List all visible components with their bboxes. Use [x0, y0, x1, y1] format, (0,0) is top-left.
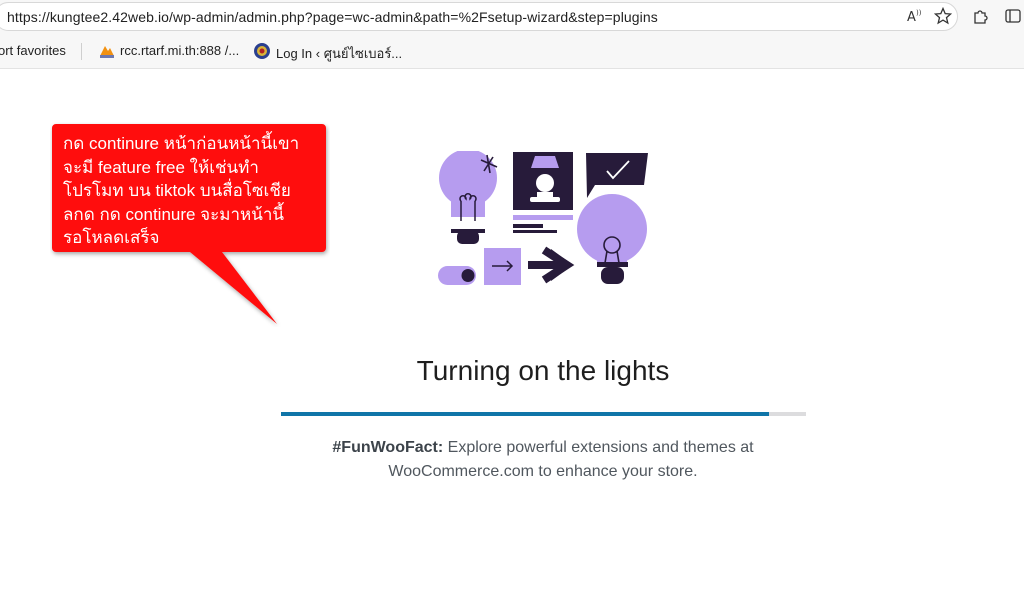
favorites-item-import[interactable]: ort favorites [0, 43, 66, 58]
annotation-line: โปรโมท บน tiktok บนสื่อโซเชีย [63, 181, 291, 200]
toggle-icon [438, 266, 476, 285]
svg-text:)): )) [916, 9, 922, 17]
read-aloud-icon[interactable]: A )) [906, 7, 924, 25]
fun-fact: #FunWooFact: Explore powerful extensions… [300, 436, 786, 484]
url-text[interactable]: https://kungtee2.42web.io/wp-admin/admin… [7, 9, 658, 25]
progress-fill [281, 412, 770, 416]
annotation-text: กด continure หน้าก่อนหน้านี้เขา จะมี fea… [63, 132, 325, 250]
fun-fact-label: #FunWooFact: [332, 439, 444, 456]
annotation-line: กด continure หน้าก่อนหน้านี้เขา [63, 134, 300, 153]
favorite-star-icon[interactable] [934, 7, 952, 25]
favorites-item-login[interactable]: Log In ‹ ศูนย์ไซเบอร์... [276, 43, 402, 64]
lightbulb-right-icon [577, 194, 647, 284]
loading-progress-bar [281, 412, 806, 416]
arrow-square-icon [484, 248, 521, 285]
site-emblem-icon [254, 43, 270, 59]
favorites-item-rcc[interactable]: rcc.rtarf.mi.th:888 /... [120, 43, 239, 58]
fun-fact-line1: Explore powerful extensions and themes a… [443, 439, 754, 456]
annotation-line: ลกด กด continure จะมาหน้านี้ [63, 204, 285, 224]
extensions-icon[interactable] [972, 7, 990, 25]
svg-text:A: A [907, 10, 916, 25]
page-title: Turning on the lights [416, 355, 670, 386]
fun-fact-line2: WooCommerce.com to enhance your store. [388, 463, 698, 480]
favorites-bar: ort favorites rcc.rtarf.mi.th:888 /... L… [0, 33, 1024, 69]
checkmark-bubble-icon [586, 153, 648, 198]
lights-illustration [438, 151, 648, 285]
address-bar: https://kungtee2.42web.io/wp-admin/admin… [0, 0, 1024, 33]
collections-icon[interactable] [1004, 7, 1022, 25]
phpmyadmin-icon [100, 46, 114, 58]
url-field[interactable]: https://kungtee2.42web.io/wp-admin/admin… [0, 2, 958, 31]
annotation-line: รอโหลดเสร็จ [63, 228, 160, 247]
annotation-line: จะมี feature free ให้เช่นทำ [63, 157, 259, 177]
arrow-right-icon [528, 246, 575, 284]
favorites-divider [81, 43, 82, 60]
lamp-card-icon [513, 152, 573, 233]
